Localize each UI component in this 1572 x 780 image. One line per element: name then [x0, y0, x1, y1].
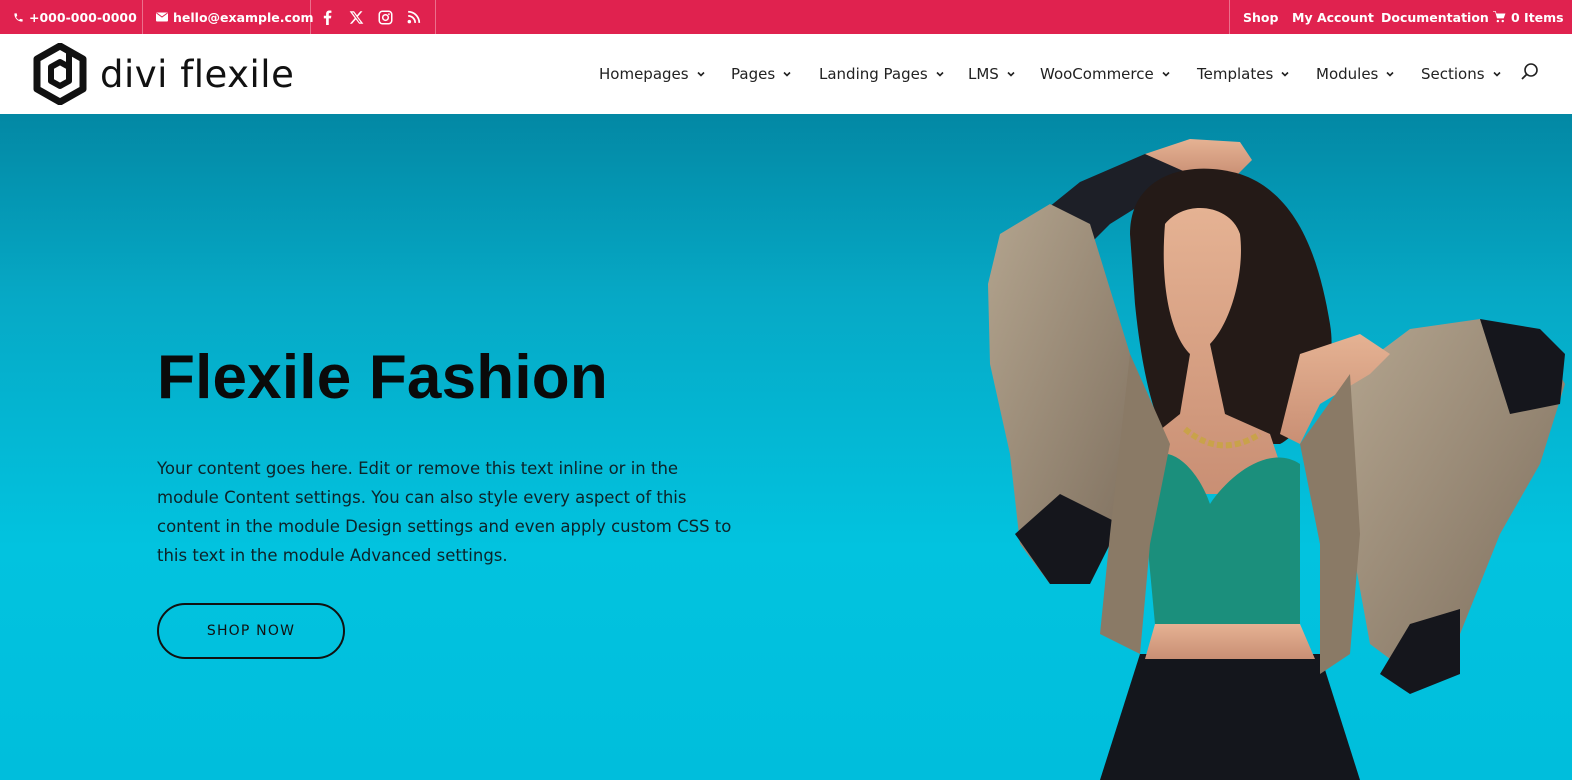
chevron-down-icon — [783, 71, 791, 77]
shop-link[interactable]: Shop — [1243, 0, 1278, 34]
phone-icon — [14, 12, 23, 22]
nav-pages[interactable]: Pages — [731, 34, 792, 114]
chevron-down-icon — [936, 71, 944, 77]
search-button[interactable] — [1520, 62, 1542, 86]
fashion-model-image — [988, 139, 1565, 780]
logo-text: divi flexile — [100, 52, 295, 96]
x-twitter-icon[interactable] — [345, 0, 367, 34]
chevron-down-icon — [1007, 71, 1015, 77]
divider — [435, 0, 436, 34]
shop-now-button[interactable]: SHOP NOW — [157, 603, 345, 659]
instagram-icon[interactable] — [374, 0, 396, 34]
hero-title: Flexile Fashion — [157, 343, 608, 412]
chevron-down-icon — [1162, 71, 1170, 77]
divider — [310, 0, 311, 34]
divider — [1229, 0, 1230, 34]
phone-number: +000-000-0000 — [29, 9, 137, 25]
cart-count: 0 Items — [1511, 9, 1564, 25]
documentation-link[interactable]: Documentation — [1381, 0, 1489, 34]
nav-label: WooCommerce — [1040, 65, 1154, 83]
site-logo[interactable]: divi flexile — [32, 42, 294, 106]
nav-label: Homepages — [599, 65, 689, 83]
cart-icon — [1493, 11, 1506, 23]
top-bar: +000-000-0000 hello@example.com Shop My … — [0, 0, 1572, 34]
nav-homepages[interactable]: Homepages — [599, 34, 706, 114]
nav-sections[interactable]: Sections — [1421, 34, 1502, 114]
email-address: hello@example.com — [173, 9, 314, 25]
nav-modules[interactable]: Modules — [1316, 34, 1395, 114]
divider — [142, 0, 143, 34]
chevron-down-icon — [1386, 71, 1394, 77]
envelope-icon — [156, 12, 168, 22]
email-contact[interactable]: hello@example.com — [156, 0, 314, 34]
search-icon — [1521, 63, 1538, 80]
nav-woocommerce[interactable]: WooCommerce — [1040, 34, 1171, 114]
nav-label: Sections — [1421, 65, 1485, 83]
nav-label: Templates — [1197, 65, 1274, 83]
phone-contact[interactable]: +000-000-0000 — [13, 0, 137, 34]
hero-description: Your content goes here. Edit or remove t… — [157, 459, 732, 565]
my-account-link[interactable]: My Account — [1292, 0, 1374, 34]
chevron-down-icon — [697, 71, 705, 77]
main-header: divi flexile Homepages Pages Landing Pag… — [0, 34, 1572, 114]
nav-label: Modules — [1316, 65, 1379, 83]
logo-mark-icon — [33, 43, 87, 105]
facebook-icon[interactable] — [316, 0, 338, 34]
hero-section: Flexile Fashion Your content goes here. … — [0, 114, 1572, 780]
nav-templates[interactable]: Templates — [1197, 34, 1290, 114]
nav-landing-pages[interactable]: Landing Pages — [819, 34, 945, 114]
nav-label: Pages — [731, 65, 776, 83]
chevron-down-icon — [1492, 71, 1501, 77]
rss-icon[interactable] — [403, 0, 425, 34]
cart-link[interactable]: 0 Items — [1493, 0, 1564, 34]
nav-label: Landing Pages — [819, 65, 928, 83]
chevron-down-icon — [1281, 71, 1289, 77]
nav-lms[interactable]: LMS — [968, 34, 1016, 114]
nav-label: LMS — [968, 65, 999, 83]
